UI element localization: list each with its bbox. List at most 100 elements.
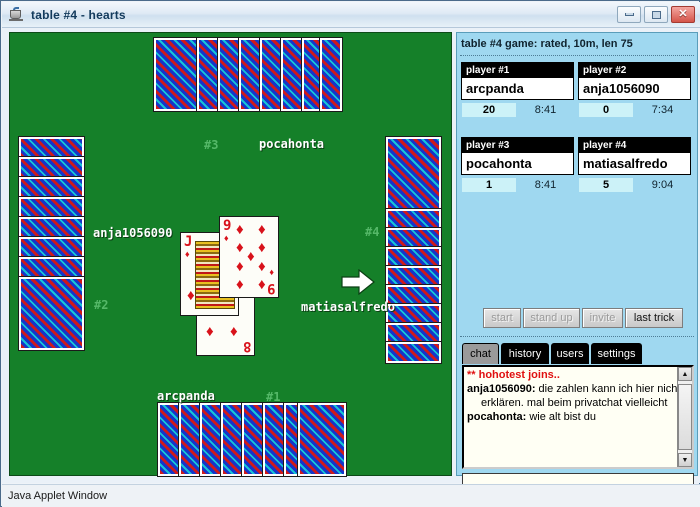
card-back[interactable]: [385, 227, 442, 250]
card-back[interactable]: [280, 37, 304, 112]
card-back[interactable]: [157, 402, 181, 477]
card-back[interactable]: [238, 37, 262, 112]
divider: [460, 55, 694, 56]
card-back[interactable]: [18, 216, 85, 240]
seat-label-4-num: #4: [365, 225, 380, 239]
seat-label-3-name: pocahonta: [259, 137, 325, 151]
player-seat-label: player #4: [578, 137, 691, 153]
card-pip: ♦: [258, 239, 266, 256]
player-stats: 20 8:41: [461, 101, 574, 118]
title-bar[interactable]: table #4 - hearts ✕: [2, 2, 700, 28]
chat-line: pocahonta: wie alt bist du: [467, 410, 673, 424]
card-back[interactable]: [18, 176, 85, 200]
card-rank: 9: [223, 218, 232, 234]
last-trick-button[interactable]: last trick: [625, 308, 683, 328]
card-pip: ♦: [185, 249, 190, 259]
player-clock: 8:41: [534, 178, 557, 191]
card-back[interactable]: [385, 265, 442, 288]
chat-text: wie alt bist du: [526, 411, 596, 423]
chat-messages: ** hohotest joins.. anja1056090: die zah…: [467, 368, 680, 424]
card-back[interactable]: [18, 236, 85, 260]
window-controls: ✕: [617, 6, 695, 23]
chat-author: anja1056090:: [467, 383, 536, 395]
chat-line: anja1056090: die zahlen kann ich hier ni…: [467, 382, 680, 396]
card-back[interactable]: [385, 341, 442, 364]
player-score: 0: [578, 101, 634, 118]
card-back[interactable]: [297, 402, 347, 477]
card-back[interactable]: [153, 37, 203, 112]
card-back[interactable]: [178, 402, 202, 477]
played-card-9-diamonds[interactable]: 9 ♦ ♦ ♦ ♦ ♦ ♦ ♦ ♦ ♦ ♦ ♦ 9: [219, 216, 279, 298]
player-score: 20: [461, 101, 517, 118]
card-back[interactable]: [18, 196, 85, 220]
player-name: anja1056090: [578, 78, 691, 100]
tab-settings[interactable]: settings: [591, 343, 642, 364]
seat-label-2-num: #2: [94, 298, 109, 312]
chat-log[interactable]: ** hohotest joins.. anja1056090: die zah…: [462, 365, 694, 469]
player-box-1[interactable]: player #1 arcpanda 20 8:41: [461, 62, 574, 118]
window-title: table #4 - hearts: [31, 7, 126, 22]
card-back[interactable]: [18, 156, 85, 180]
player-score: 1: [461, 176, 517, 193]
card-back[interactable]: [385, 322, 442, 345]
card-pip: ♦: [187, 287, 195, 304]
maximize-button[interactable]: [644, 6, 668, 23]
tab-users[interactable]: users: [551, 343, 589, 364]
status-bar: Java Applet Window: [2, 484, 700, 507]
card-back[interactable]: [18, 136, 85, 160]
table-info: table #4 game: rated, 10m, len 75: [461, 38, 633, 50]
card-back[interactable]: [259, 37, 283, 112]
card-back[interactable]: [385, 246, 442, 269]
player-stats: 0 7:34: [578, 101, 691, 118]
player-box-3[interactable]: player #3 pocahonta 1 8:41: [461, 137, 574, 193]
player-seat-label: player #2: [578, 62, 691, 78]
player-clock: 9:04: [651, 178, 674, 191]
card-back[interactable]: [262, 402, 286, 477]
card-back[interactable]: [319, 37, 343, 112]
chat-scrollbar[interactable]: ▲ ▼: [677, 367, 692, 467]
card-table[interactable]: 8 ♦ ♦ ♦ ♦ ♦ J ♦ ♦ 9 ♦ ♦ ♦ ♦ ♦: [9, 32, 452, 477]
player-box-4[interactable]: player #4 matiasalfredo 5 9:04: [578, 137, 691, 193]
close-icon: ✕: [678, 8, 688, 20]
player-name: arcpanda: [461, 78, 574, 100]
side-panel: table #4 game: rated, 10m, len 75 player…: [456, 32, 698, 492]
card-pip: ♦: [230, 323, 238, 340]
stand-up-button[interactable]: stand up: [523, 308, 580, 328]
card-pip: ♦: [236, 239, 244, 256]
seat-label-4-name: matiasalfredo: [301, 300, 395, 314]
card-back[interactable]: [217, 37, 241, 112]
card-back[interactable]: [18, 276, 85, 351]
card-back[interactable]: [385, 136, 442, 211]
card-back[interactable]: [385, 208, 442, 231]
card-back[interactable]: [18, 256, 85, 280]
card-back[interactable]: [241, 402, 265, 477]
card-back[interactable]: [220, 402, 244, 477]
minimize-icon: [624, 13, 634, 16]
card-back[interactable]: [199, 402, 223, 477]
card-rank: J: [184, 234, 193, 250]
tab-history[interactable]: history: [501, 343, 549, 364]
scroll-up-icon[interactable]: ▲: [678, 367, 692, 381]
card-rank: 8: [242, 338, 251, 354]
seat-label-3-num: #3: [204, 138, 219, 152]
card-back[interactable]: [196, 37, 220, 112]
player-clock: 8:41: [534, 103, 557, 116]
close-button[interactable]: ✕: [671, 6, 695, 23]
chat-line: ** hohotest joins..: [467, 369, 560, 381]
card-pip: ♦: [236, 276, 244, 293]
maximize-icon: [651, 10, 661, 19]
invite-button[interactable]: invite: [582, 308, 623, 328]
minimize-button[interactable]: [617, 6, 641, 23]
player-seat-label: player #3: [461, 137, 574, 153]
scrollbar-thumb[interactable]: [678, 384, 692, 450]
card-pip: ♦: [224, 233, 229, 243]
card-pip: ♦: [269, 267, 274, 277]
tab-chat[interactable]: chat: [462, 343, 499, 364]
player-stats: 5 9:04: [578, 176, 691, 193]
card-pip: ♦: [258, 276, 266, 293]
seat-label-1-name: arcpanda: [157, 389, 215, 403]
player-box-2[interactable]: player #2 anja1056090 0 7:34: [578, 62, 691, 118]
start-button[interactable]: start: [483, 308, 521, 328]
player-clock: 7:34: [651, 103, 674, 116]
scroll-down-icon[interactable]: ▼: [678, 453, 692, 467]
